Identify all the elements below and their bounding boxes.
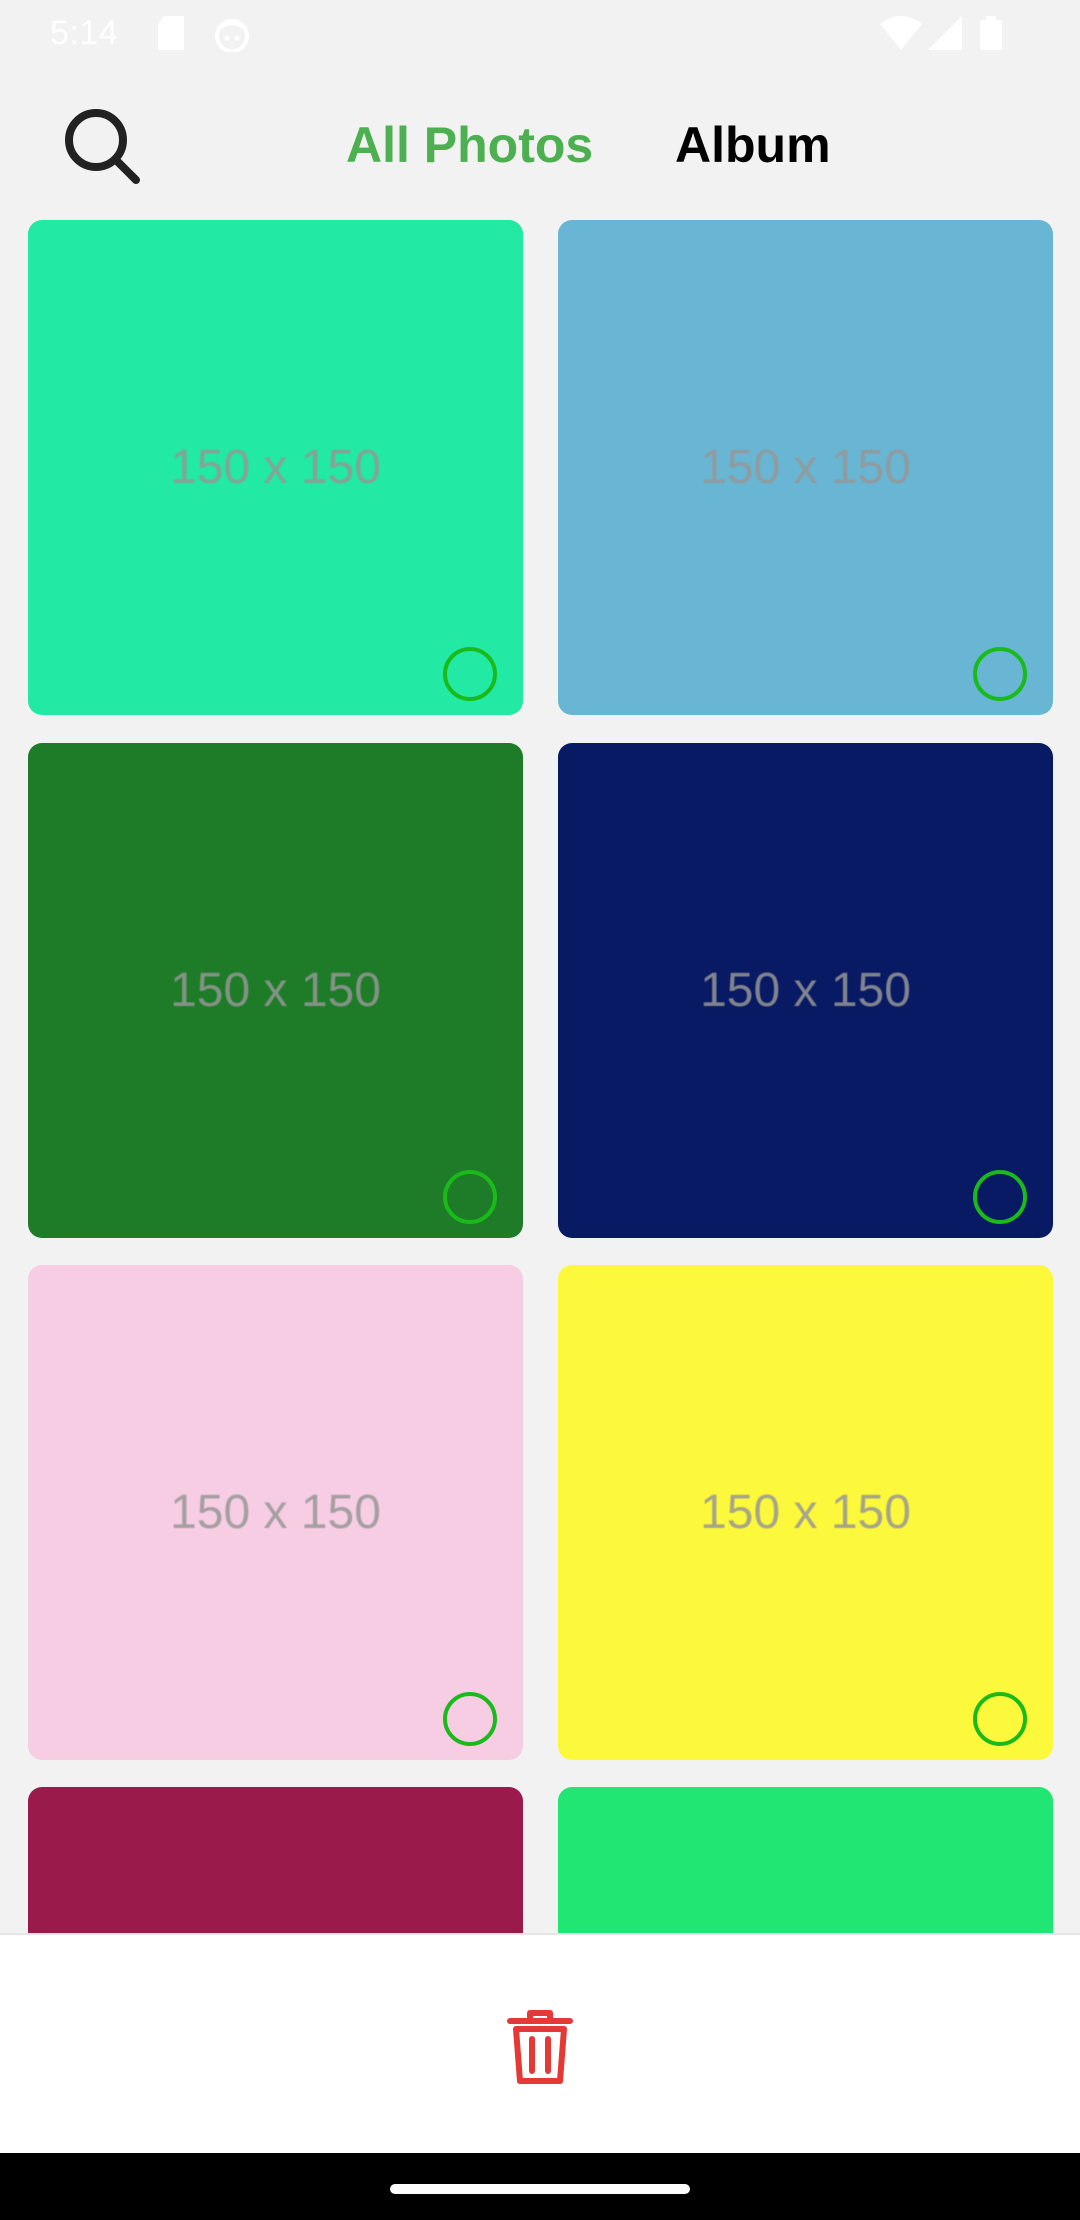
battery-icon xyxy=(980,16,1002,55)
photo-placeholder-label: 150 x 150 xyxy=(170,441,381,494)
photo-placeholder-label: 150 x 150 xyxy=(170,1486,381,1539)
select-checkbox[interactable] xyxy=(973,1170,1027,1224)
photo-tile[interactable]: 150 x 150 xyxy=(28,220,523,715)
photo-grid: 150 x 150 150 x 150 150 x 150 150 x 150 … xyxy=(0,216,1080,1933)
photo-tile[interactable]: 150 x 150 xyxy=(558,743,1053,1238)
search-button[interactable] xyxy=(62,106,144,188)
app-header: All Photos Album xyxy=(0,66,1080,216)
photo-tile[interactable]: 150 x 150 xyxy=(28,743,523,1238)
android-head-icon xyxy=(212,16,252,57)
photo-placeholder-label xyxy=(558,1787,1053,1933)
select-checkbox[interactable] xyxy=(443,1692,497,1746)
home-indicator[interactable] xyxy=(390,2184,690,2194)
photo-placeholder-label: 150 x 150 xyxy=(700,1486,911,1539)
photo-placeholder-label: 150 x 150 xyxy=(700,441,911,494)
search-icon xyxy=(65,109,140,184)
select-checkbox[interactable] xyxy=(973,647,1027,701)
trash-icon xyxy=(507,2010,573,2084)
photo-placeholder-label xyxy=(28,1787,523,1933)
tab-all-photos[interactable]: All Photos xyxy=(346,116,593,174)
select-checkbox[interactable] xyxy=(443,647,497,701)
delete-button[interactable] xyxy=(500,2007,580,2087)
signal-icon xyxy=(928,16,962,55)
photo-tile[interactable]: 150 x 150 xyxy=(558,1265,1053,1760)
status-time: 5:14 xyxy=(50,14,119,52)
select-checkbox[interactable] xyxy=(973,1692,1027,1746)
status-bar: 5:14 xyxy=(0,0,1080,66)
tab-album[interactable]: Album xyxy=(675,116,831,174)
photo-tile[interactable] xyxy=(28,1787,523,1933)
photo-tile[interactable]: 150 x 150 xyxy=(558,220,1053,715)
photo-placeholder-label: 150 x 150 xyxy=(700,964,911,1017)
system-nav-bar xyxy=(0,2153,1080,2220)
photo-placeholder-label: 150 x 150 xyxy=(170,964,381,1017)
photo-tile[interactable]: 150 x 150 xyxy=(28,1265,523,1760)
photo-tile[interactable] xyxy=(558,1787,1053,1933)
sd-card-icon xyxy=(156,16,186,55)
bottom-action-bar xyxy=(0,1933,1080,2153)
wifi-icon xyxy=(880,16,922,55)
select-checkbox[interactable] xyxy=(443,1170,497,1224)
